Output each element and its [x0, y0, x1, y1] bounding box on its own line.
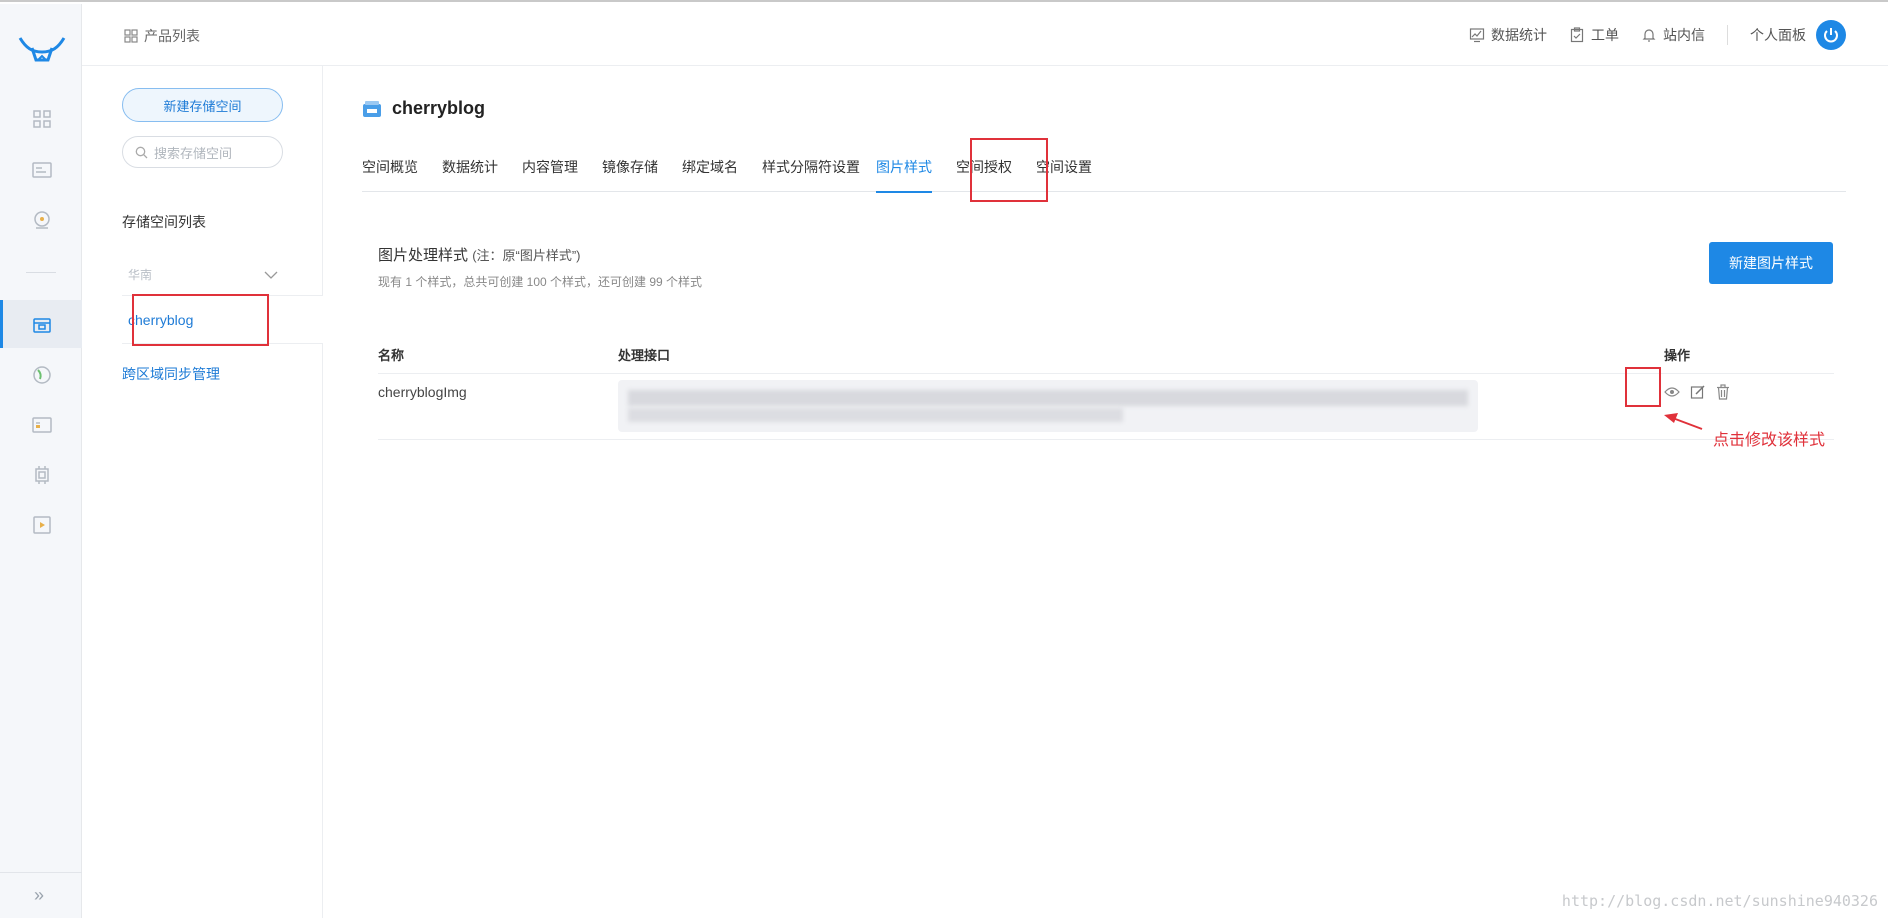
power-icon	[1824, 28, 1838, 43]
grid-icon[interactable]	[31, 108, 53, 130]
header-nav: 数据统计 工单 站内信 个人面板	[1447, 20, 1846, 50]
nav-profile[interactable]: 个人面板	[1750, 25, 1806, 45]
rail-collapse[interactable]: »	[0, 872, 82, 918]
nav-label: 站内信	[1663, 27, 1705, 43]
section-title-text: 图片处理样式	[378, 247, 469, 264]
nav-data-stats[interactable]: 数据统计	[1469, 25, 1547, 45]
chip-icon[interactable]	[31, 464, 53, 486]
blur-line	[628, 390, 1468, 406]
bucket-icon	[363, 100, 381, 117]
section-note: (注：原“图片样式”)	[472, 248, 581, 263]
column-header-interface: 处理接口	[618, 348, 671, 363]
tab-style-separator[interactable]: 样式分隔符设置	[762, 156, 860, 192]
section-subtitle: 现有 1 个样式，总共可创建 100 个样式，还可创建 99 个样式	[378, 275, 703, 289]
tab-content-management[interactable]: 内容管理	[522, 156, 578, 192]
table-row: cherryblogImg	[378, 374, 1834, 440]
new-image-style-button[interactable]: 新建图片样式	[1709, 242, 1833, 284]
blurred-interface-value	[618, 380, 1478, 432]
qiniu-logo-icon[interactable]	[18, 34, 66, 64]
region-selector[interactable]: 华南	[128, 266, 278, 283]
highlight-box-edit	[1625, 367, 1661, 407]
chevron-down-icon	[264, 271, 278, 279]
rail-divider	[26, 272, 56, 273]
trash-icon[interactable]	[1716, 384, 1730, 400]
highlight-box-bucket	[132, 294, 269, 346]
nav-messages[interactable]: 站内信	[1641, 25, 1705, 45]
clipboard-icon	[1570, 27, 1584, 43]
row-actions	[1664, 384, 1730, 400]
tab-data-stats[interactable]: 数据统计	[442, 156, 498, 192]
table-header: 名称 处理接口 操作	[378, 336, 1834, 374]
chart-icon	[1469, 28, 1485, 43]
power-avatar-icon[interactable]	[1816, 20, 1846, 50]
tab-overview[interactable]: 空间概览	[362, 156, 418, 192]
bell-icon	[1642, 29, 1656, 42]
bucket-title: cherryblog	[362, 98, 485, 119]
bucket-list-title: 存储空间列表	[122, 214, 206, 230]
grid-icon	[124, 29, 138, 43]
breadcrumb-label: 产品列表	[144, 28, 200, 44]
tab-mirror-storage[interactable]: 镜像存储	[602, 156, 658, 192]
main-content: cherryblog 空间概览 数据统计 内容管理 镜像存储 绑定域名 样式分隔…	[324, 66, 1888, 918]
breadcrumb[interactable]: 产品列表	[124, 26, 200, 46]
storage-icon[interactable]	[31, 314, 53, 336]
search-placeholder: 搜索存储空间	[154, 145, 233, 161]
left-rail: »	[0, 4, 82, 918]
header-divider	[1727, 25, 1728, 45]
media-icon[interactable]	[31, 414, 53, 436]
cross-region-sync-link[interactable]: 跨区域同步管理	[122, 364, 220, 384]
nav-label: 数据统计	[1491, 27, 1547, 43]
top-header: 产品列表 数据统计 工单 站内信 个人面板	[82, 4, 1888, 66]
bucket-title-text: cherryblog	[392, 98, 486, 118]
profile-label: 个人面板	[1750, 27, 1806, 43]
column-header-name: 名称	[378, 348, 405, 363]
eye-icon[interactable]	[1664, 386, 1680, 398]
bucket-search-input[interactable]: 搜索存储空间	[122, 136, 283, 168]
tab-bar: 空间概览 数据统计 内容管理 镜像存储 绑定域名 样式分隔符设置 图片样式 空间…	[362, 156, 1846, 193]
annotation-note: 点击修改该样式	[1713, 432, 1826, 449]
watermark: http://blog.csdn.net/sunshine940326	[1561, 892, 1878, 910]
cdn-icon[interactable]	[31, 209, 53, 231]
tab-image-styles[interactable]: 图片样式	[876, 156, 932, 193]
double-chevron-right-icon[interactable]: »	[34, 885, 44, 906]
column-header-actions: 操作	[1664, 348, 1691, 363]
globe-icon[interactable]	[31, 364, 53, 386]
section-title: 图片处理样式 (注：原“图片样式”)	[378, 244, 581, 265]
video-icon[interactable]	[31, 514, 53, 536]
search-icon	[135, 146, 148, 158]
bucket-sidebar: 新建存储空间 搜索存储空间 存储空间列表 华南 cherryblog 跨区域同步…	[82, 66, 323, 918]
tab-bind-domain[interactable]: 绑定域名	[682, 156, 738, 192]
page: » 产品列表 数据统计 工单 站内信 个人面板 新建存储空间 搜索存储空间 存储…	[0, 0, 1888, 918]
blur-line	[628, 408, 1123, 422]
region-label: 华南	[128, 268, 153, 282]
style-name: cherryblogImg	[378, 384, 467, 400]
edit-icon[interactable]	[1690, 384, 1706, 400]
nav-label: 工单	[1591, 27, 1619, 43]
highlight-box-tab	[970, 138, 1048, 202]
nav-tickets[interactable]: 工单	[1569, 25, 1619, 45]
new-bucket-button[interactable]: 新建存储空间	[122, 88, 283, 122]
id-card-icon[interactable]	[31, 159, 53, 181]
